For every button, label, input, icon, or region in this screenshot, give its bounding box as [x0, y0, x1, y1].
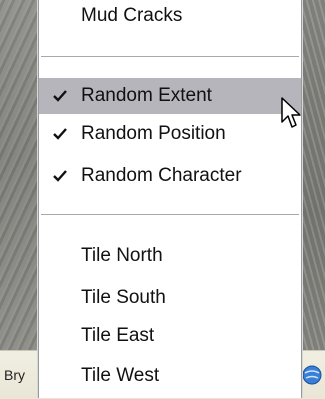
menu-item-random-extent[interactable]: Random Extent	[39, 78, 301, 114]
menu-item-tile-south[interactable]: Tile South	[39, 280, 301, 316]
menu-item-label: Random Extent	[81, 85, 212, 106]
menu-item-mud-cracks[interactable]: Mud Cracks	[39, 0, 301, 34]
menu-item-label: Tile East	[81, 325, 155, 346]
checkmark-icon	[53, 128, 67, 140]
menu-item-label: Tile South	[81, 287, 166, 308]
menu-item-label: Random Position	[81, 123, 226, 144]
background-texture-right	[300, 0, 325, 350]
menu-separator	[41, 56, 299, 58]
menu-item-label: Mud Cracks	[81, 5, 183, 26]
menu-item-random-character[interactable]: Random Character	[39, 158, 301, 194]
menu-item-label: Tile West	[81, 365, 160, 386]
checkmark-icon	[53, 90, 67, 102]
menu-item-tile-east[interactable]: Tile East	[39, 318, 301, 354]
menu-item-tile-west[interactable]: Tile West	[39, 358, 301, 394]
status-bar-text: Bry	[4, 367, 25, 383]
menu-item-tile-north[interactable]: Tile North	[39, 238, 301, 274]
menu-item-label: Tile North	[81, 245, 163, 266]
context-menu: Mud Cracks Random Extent Random Position…	[38, 0, 302, 398]
globe-icon[interactable]	[302, 365, 322, 385]
arrow-cursor-icon	[281, 97, 301, 128]
checkmark-icon	[53, 170, 67, 182]
menu-separator	[41, 214, 299, 216]
background-texture-left	[0, 0, 40, 350]
menu-item-random-position[interactable]: Random Position	[39, 116, 301, 152]
menu-item-label: Random Character	[81, 165, 242, 186]
